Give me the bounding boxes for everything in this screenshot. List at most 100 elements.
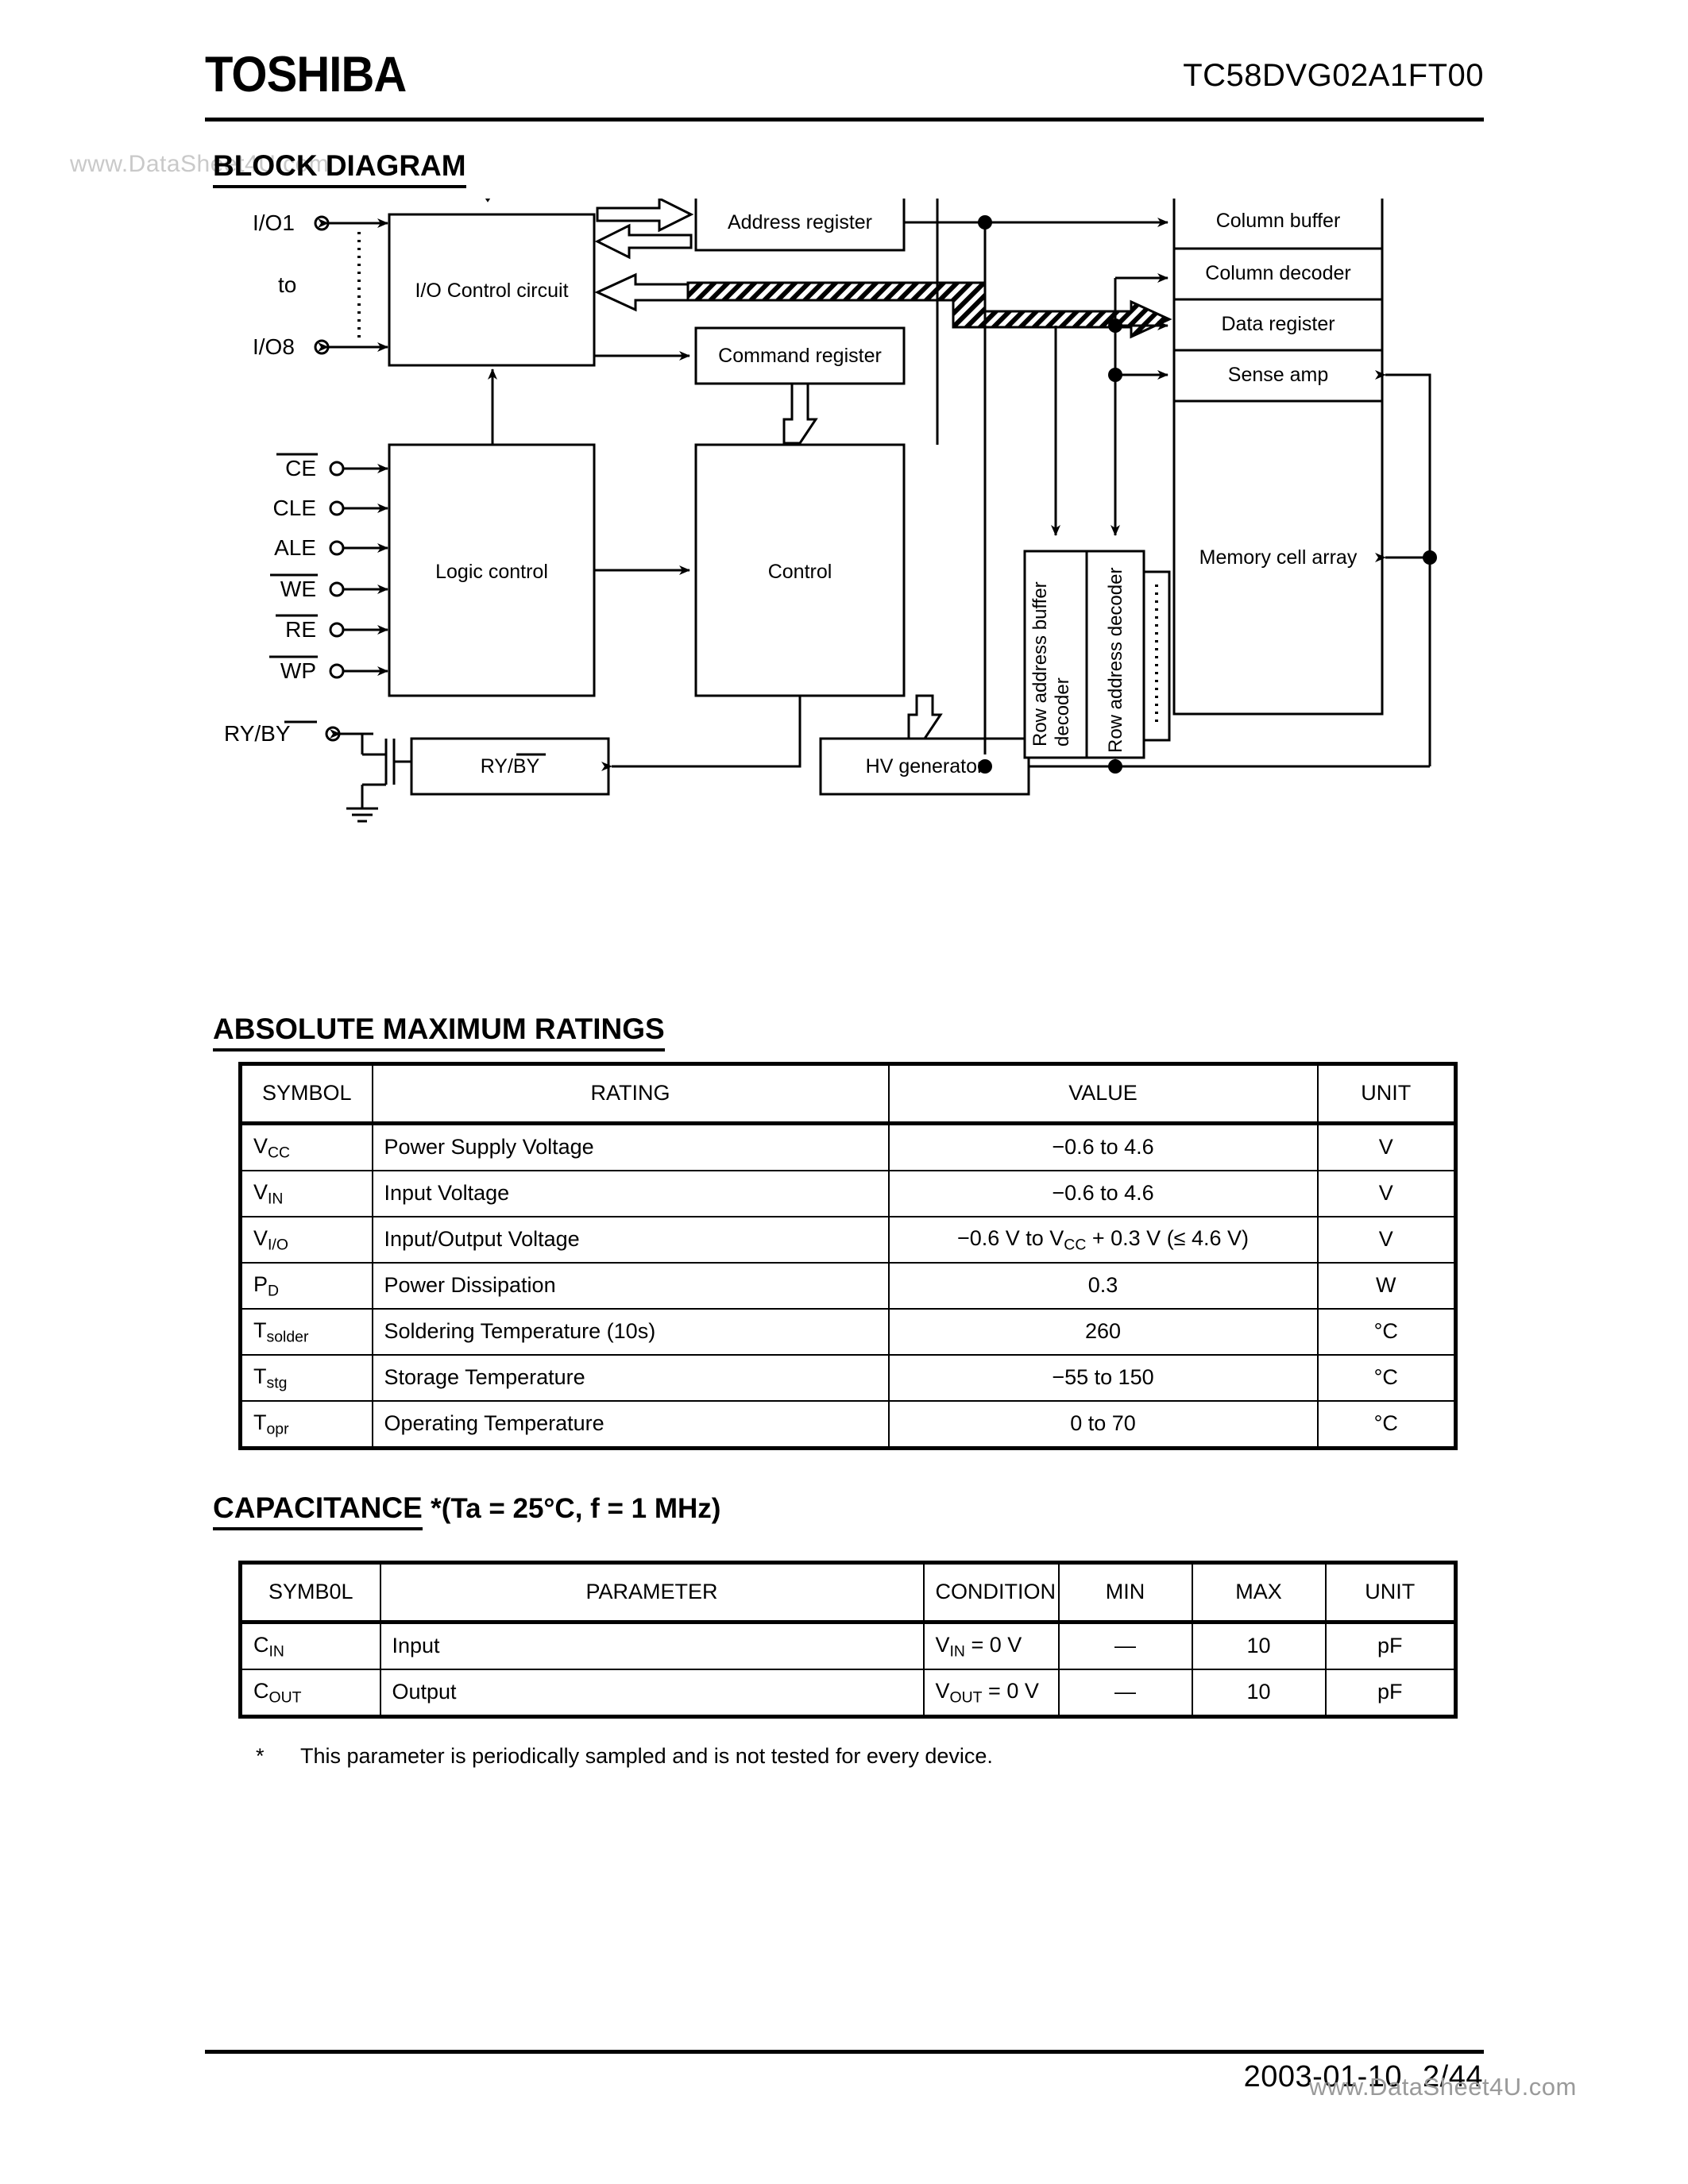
abs-max-title-text: ABSOLUTE MAXIMUM RATINGS [213, 1013, 665, 1051]
pin-terminal-ce [329, 461, 345, 477]
pin-label-re: RE [285, 617, 316, 642]
label-sense-amp: Sense amp [1228, 364, 1328, 386]
pin-label-ce: CE [285, 456, 316, 480]
label-row-address-buffer-decoder-line2: decoder [1052, 677, 1073, 747]
cell-value: −55 to 150 [887, 1354, 1319, 1402]
col-header-rating: RATING [371, 1062, 890, 1125]
capacitance-condition-text: *(Ta = 25°C, f = 1 MHz) [431, 1493, 721, 1524]
cell-rating: Power Supply Voltage [371, 1122, 890, 1171]
cell-max: 10 [1191, 1669, 1327, 1719]
pin-label-to: to [278, 272, 296, 297]
col-header-unit: UNIT [1324, 1561, 1458, 1624]
hollow-arrow-address-to-io [594, 223, 693, 260]
col-header-unit: UNIT [1316, 1062, 1458, 1125]
label-row-address-buffer-decoder-line1: Row address buffer [1029, 581, 1051, 747]
pin-terminal-ale [329, 540, 345, 556]
hollow-arrow-control-to-hv [907, 694, 943, 740]
pin-label-wp: WP [280, 658, 316, 683]
cell-max: 10 [1191, 1621, 1327, 1670]
cell-unit: °C [1316, 1400, 1458, 1450]
pin-terminal-ry-by [325, 726, 341, 742]
cell-unit: pF [1324, 1669, 1458, 1719]
toshiba-logo: TOSHIBA [205, 47, 407, 102]
pin-terminal-cle [329, 500, 345, 516]
cell-symbol: PD [238, 1262, 373, 1310]
block-diagram-figure: I/O1 to I/O8 CE CLE ALE WE RE WP RY/BY I… [0, 199, 1688, 953]
table-row: Topr Operating Temperature 0 to 70 °C [238, 1400, 1458, 1450]
table-row: VIN Input Voltage −0.6 to 4.6 V [238, 1170, 1458, 1217]
cell-unit: pF [1324, 1621, 1458, 1670]
col-header-value: VALUE [887, 1062, 1319, 1125]
cell-symbol: VCC [238, 1122, 373, 1171]
pin-terminal-re [329, 622, 345, 638]
cell-min: — [1057, 1621, 1193, 1670]
pin-rdy-busy: RY/BY [224, 720, 413, 823]
cell-value: −0.6 to 4.6 [887, 1170, 1319, 1217]
cell-symbol: Tstg [238, 1354, 373, 1402]
footer-divider [205, 2050, 1484, 2054]
pin-label-we: WE [280, 577, 316, 601]
col-header-max: MAX [1191, 1561, 1327, 1624]
cell-symbol: CIN [238, 1621, 381, 1670]
pin-label-io8: I/O8 [253, 334, 295, 359]
table-row: Tstg Storage Temperature −55 to 150 °C [238, 1354, 1458, 1402]
wire-control-to-rdy-busy [601, 696, 802, 771]
pin-terminal-wp [329, 663, 345, 679]
cell-symbol: VI/O [238, 1216, 373, 1264]
label-command-register: Command register [718, 345, 882, 367]
cell-unit: °C [1316, 1308, 1458, 1356]
label-column-buffer: Column buffer [1216, 210, 1341, 232]
cell-rating: Operating Temperature [371, 1400, 890, 1450]
header-divider [205, 118, 1484, 122]
table-row: CIN Input VIN = 0 V — 10 pF [238, 1621, 1458, 1670]
page-footer: 2003-01-10 2/44 [1244, 2060, 1483, 2094]
cell-symbol: VIN [238, 1170, 373, 1217]
cell-condition: VIN = 0 V [922, 1621, 1060, 1670]
cell-symbol: COUT [238, 1669, 381, 1719]
hollow-arrow-io-to-address [596, 199, 694, 233]
footer-page-number: 2/44 [1423, 2060, 1483, 2093]
footnote-text: This parameter is periodically sampled a… [300, 1744, 993, 1768]
part-number: TC58DVG02A1FT00 [1183, 58, 1484, 93]
table-row: Tsolder Soldering Temperature (10s) 260 … [238, 1308, 1458, 1356]
junction-hv-row [1108, 759, 1122, 774]
cell-value: −0.6 to 4.6 [887, 1122, 1319, 1171]
hollow-arrow-status-to-io [485, 199, 491, 203]
cell-parameter: Input [379, 1621, 925, 1670]
label-column-decoder: Column decoder [1205, 262, 1350, 284]
pin-label-ry-by: RY/BY [224, 721, 291, 746]
cell-symbol: Topr [238, 1400, 373, 1450]
wire-hv-to-sense-amp [1375, 370, 1431, 766]
section-title-capacitance: CAPACITANCE *(Ta = 25°C, f = 1 MHz) [213, 1491, 721, 1530]
page-header: TOSHIBA TC58DVG02A1FT00 [205, 49, 1484, 113]
label-memory-cell-array: Memory cell array [1199, 546, 1358, 569]
footer-date: 2003-01-10 [1243, 2060, 1403, 2093]
col-header-parameter: PARAMETER [379, 1561, 925, 1624]
cell-value: −0.6 V to VCC + 0.3 V (≤ 4.6 V) [887, 1216, 1319, 1264]
table-row: COUT Output VOUT = 0 V — 10 pF [238, 1669, 1458, 1719]
control-pins: CE CLE ALE WE RE WP [269, 453, 388, 683]
col-header-symbol: SYMB0L [238, 1561, 381, 1624]
block-diagram-title-text: BLOCK DIAGRAM [213, 149, 466, 188]
table-row: VI/O Input/Output Voltage −0.6 V to VCC … [238, 1216, 1458, 1264]
col-header-min: MIN [1057, 1561, 1193, 1624]
cell-unit: W [1316, 1262, 1458, 1310]
capacitance-footnote: * This parameter is periodically sampled … [256, 1744, 993, 1769]
cell-rating: Soldering Temperature (10s) [371, 1308, 890, 1356]
table-header-row: SYMB0L PARAMETER CONDITION MIN MAX UNIT [238, 1561, 1458, 1624]
table-row: PD Power Dissipation 0.3 W [238, 1262, 1458, 1310]
cell-unit: °C [1316, 1354, 1458, 1402]
table-row: VCC Power Supply Voltage −0.6 to 4.6 V [238, 1122, 1458, 1171]
col-header-symbol: SYMBOL [238, 1062, 373, 1125]
io-pin-group: I/O1 to I/O8 [253, 210, 388, 359]
cell-value: 0.3 [887, 1262, 1319, 1310]
hollow-arrow-bus-to-io [594, 272, 693, 312]
hollow-arrow-command-to-control [782, 382, 818, 445]
label-control: Control [768, 561, 832, 583]
col-header-condition: CONDITION [922, 1561, 1060, 1624]
label-row-address-decoder: Row address decoder [1105, 568, 1126, 753]
cell-rating: Power Dissipation [371, 1262, 890, 1310]
cell-symbol: Tsolder [238, 1308, 373, 1356]
cell-rating: Input Voltage [371, 1170, 890, 1217]
capacitance-title-text: CAPACITANCE [213, 1491, 423, 1530]
